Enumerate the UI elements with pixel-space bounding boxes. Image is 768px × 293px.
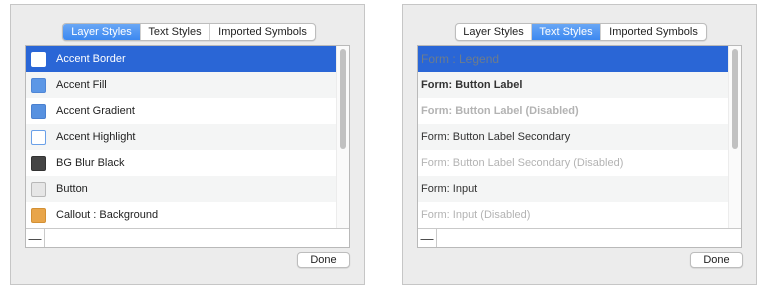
done-button[interactable]: Done [690,252,743,268]
layer-style-row[interactable]: BG Blur Black [26,150,336,176]
text-style-label: Form: Button Label Secondary (Disabled) [421,157,624,169]
color-swatch-icon [31,103,46,119]
text-style-label: Form: Input [421,183,478,195]
layer-style-row[interactable]: Accent Gradient [26,98,336,124]
text-style-label: Form : Legend [421,52,500,66]
color-swatch-icon [31,51,46,67]
layer-style-label: BG Blur Black [56,157,125,169]
text-styles-list: Form : Legend Form: Button Label Form: But… [417,45,742,248]
text-style-row[interactable]: Form: Button Label [418,72,728,98]
tab-text-styles[interactable]: Text Styles [532,24,601,40]
remove-style-button[interactable]: — [26,229,45,247]
tab-layer-styles[interactable]: Layer Styles [456,24,532,40]
text-style-row[interactable]: Form: Input [418,176,728,202]
layer-style-row[interactable]: Callout : Background [26,202,336,228]
done-button[interactable]: Done [297,252,350,268]
layer-style-label: Accent Gradient [56,105,135,117]
style-type-tabs: Layer Styles Text Styles Imported Symbol… [62,23,316,41]
text-style-row[interactable]: Form : Legend [418,46,728,72]
color-swatch-icon [31,207,46,223]
scrollbar-thumb[interactable] [732,49,738,149]
color-swatch-icon [31,181,46,197]
layer-styles-dialog: Layer Styles Text Styles Imported Symbol… [10,4,365,285]
scrollbar[interactable] [336,46,349,229]
layer-style-label: Button [56,183,88,195]
tab-imported-symbols[interactable]: Imported Symbols [210,24,315,40]
tab-layer-styles[interactable]: Layer Styles [63,24,141,40]
layer-style-row[interactable]: Accent Fill [26,72,336,98]
text-style-row[interactable]: Form: Input (Disabled) [418,202,728,228]
layer-style-label: Accent Fill [56,79,107,91]
color-swatch-icon [31,129,46,145]
layer-styles-rows: Accent Border Accent Fill Accent Gradient A… [26,46,336,229]
remove-style-button[interactable]: — [418,229,437,247]
list-footer: — [418,228,741,247]
text-style-row[interactable]: Form: Button Label (Disabled) [418,98,728,124]
text-styles-dialog: Layer Styles Text Styles Imported Symbol… [402,4,757,285]
scrollbar[interactable] [728,46,741,229]
color-swatch-icon [31,77,46,93]
layer-style-row[interactable]: Accent Highlight [26,124,336,150]
layer-style-row[interactable]: Accent Border [26,46,336,72]
style-type-tabs: Layer Styles Text Styles Imported Symbol… [455,23,707,41]
text-style-label: Form: Button Label [421,79,523,91]
tab-imported-symbols[interactable]: Imported Symbols [601,24,706,40]
layer-style-label: Accent Border [56,53,126,65]
color-swatch-icon [31,155,46,171]
text-style-row[interactable]: Form: Button Label Secondary (Disabled) [418,150,728,176]
layer-style-label: Callout : Background [56,209,159,221]
text-styles-rows: Form : Legend Form: Button Label Form: But… [418,46,728,229]
text-style-row[interactable]: Form: Button Label Secondary [418,124,728,150]
layer-style-label: Accent Highlight [56,131,136,143]
scrollbar-thumb[interactable] [340,49,346,149]
text-style-label: Form: Button Label Secondary [421,131,571,143]
layer-style-row[interactable]: Button [26,176,336,202]
layer-styles-list: Accent Border Accent Fill Accent Gradient A… [25,45,350,248]
tab-text-styles[interactable]: Text Styles [141,24,210,40]
text-style-label: Form: Input (Disabled) [421,209,531,221]
list-footer: — [26,228,349,247]
text-style-label: Form: Button Label (Disabled) [421,105,579,117]
